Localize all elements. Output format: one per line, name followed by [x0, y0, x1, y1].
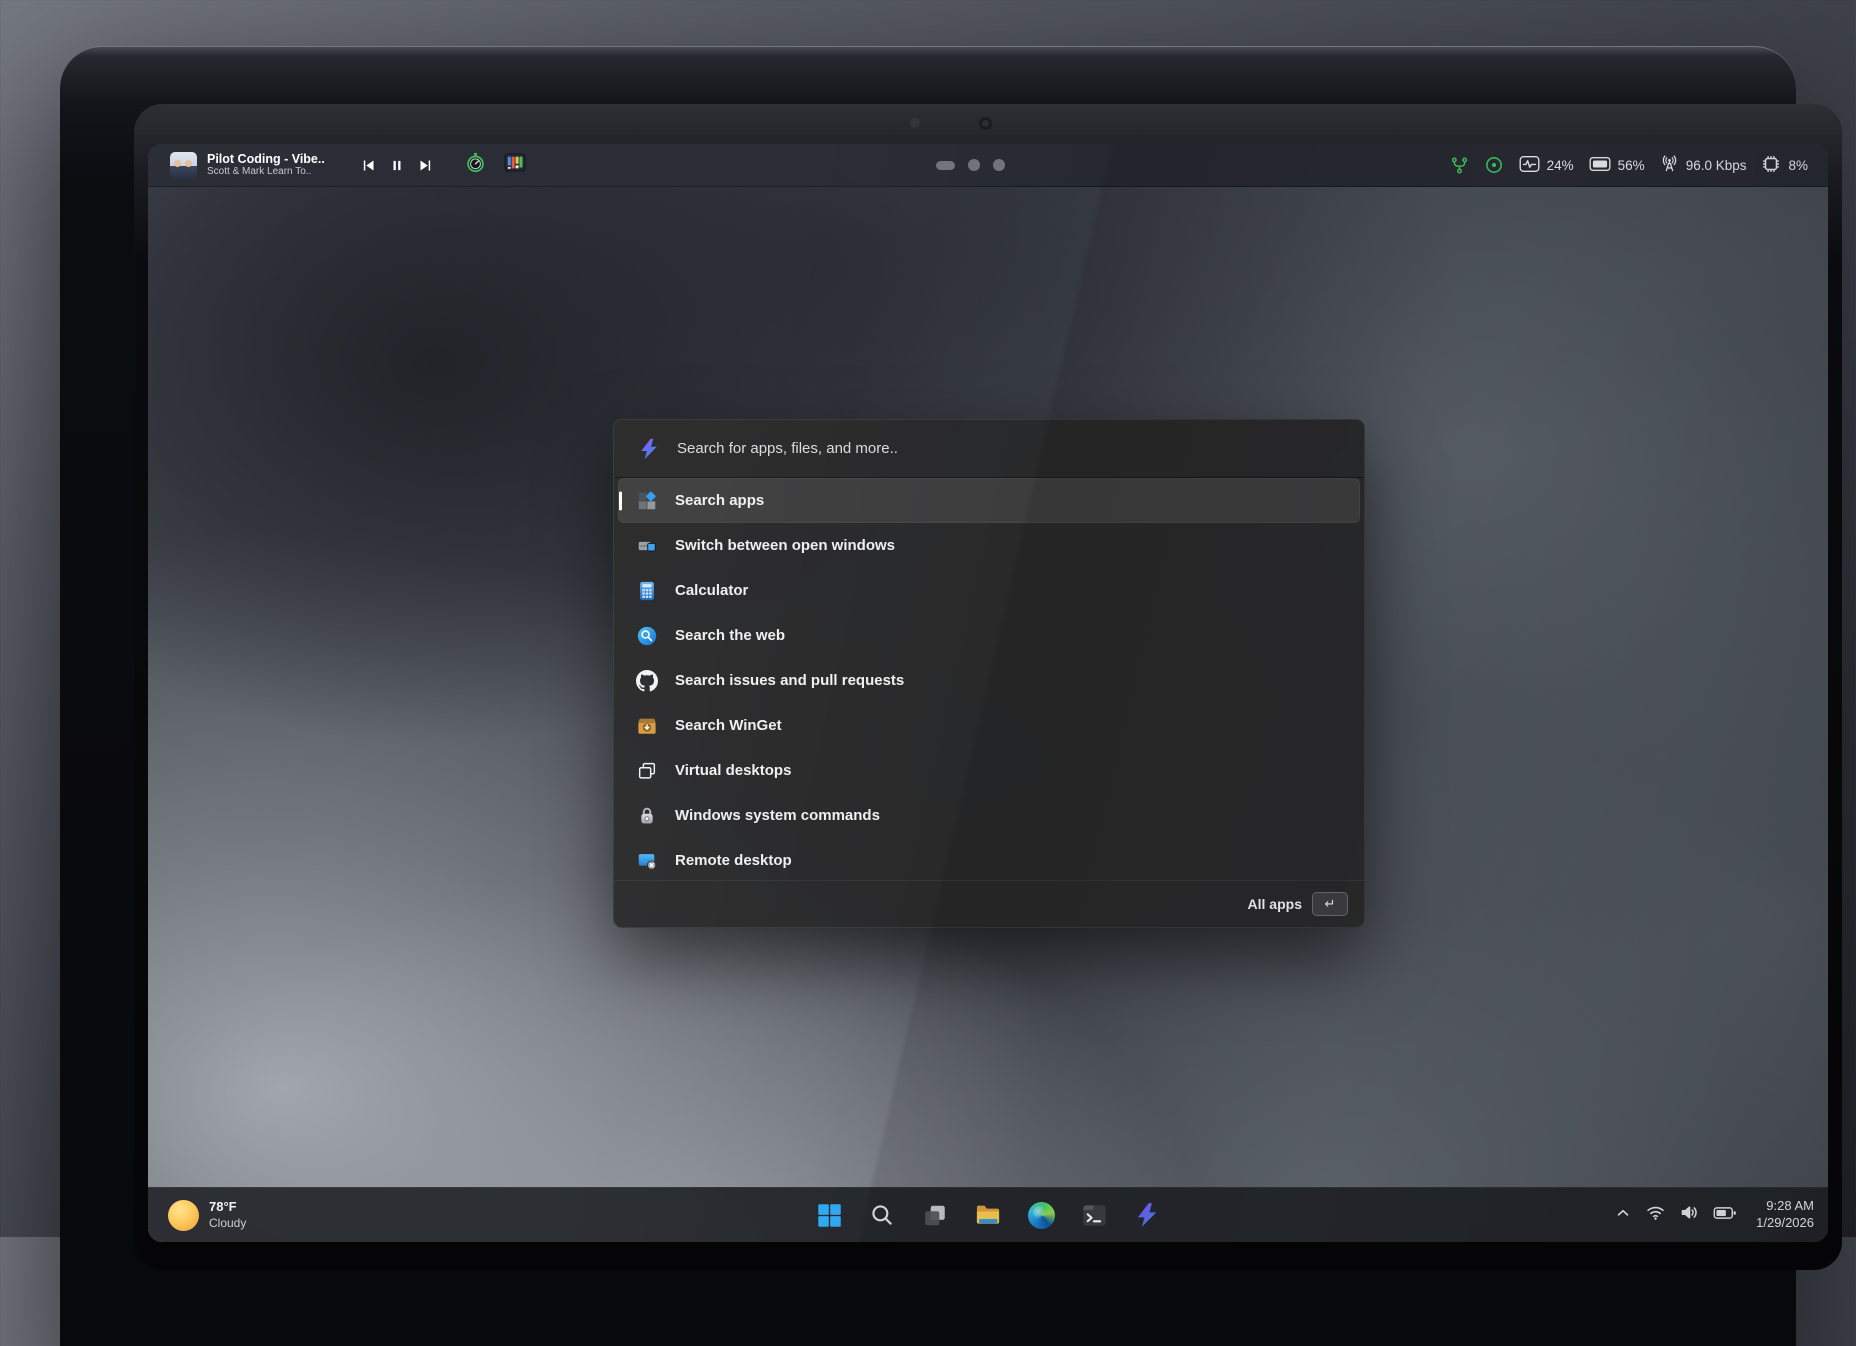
clock-date: 1/29/2026: [1756, 1215, 1814, 1232]
network-antenna-icon: [1660, 154, 1679, 176]
list-item-label: Search issues and pull requests: [675, 672, 904, 689]
list-item-search-web[interactable]: Search the web: [618, 613, 1360, 658]
window-pill-indicator: [936, 161, 955, 170]
network-value: 96.0 Kbps: [1686, 158, 1747, 173]
ambient-sensor: [910, 118, 920, 128]
search-placeholder: Search for apps, files, and more..: [677, 440, 898, 457]
search-icon[interactable]: [864, 1195, 900, 1235]
activity-value: 24%: [1547, 158, 1574, 173]
list-item-github-search[interactable]: Search issues and pull requests: [618, 658, 1360, 703]
clock[interactable]: 9:28 AM 1/29/2026: [1756, 1198, 1814, 1232]
list-item-label: Windows system commands: [675, 807, 880, 824]
github-icon: [636, 670, 658, 692]
remote-desktop-icon: [636, 850, 658, 872]
media-subtitle: Scott & Mark Learn To..: [207, 166, 335, 178]
terminal-icon[interactable]: [1076, 1195, 1112, 1235]
weather-condition: Cloudy: [209, 1216, 246, 1231]
list-item-label: Remote desktop: [675, 852, 792, 869]
memory-icon: [1589, 156, 1611, 175]
media-now-playing[interactable]: Pilot Coding - Vibe.. Scott & Mark Learn…: [148, 152, 526, 179]
list-item-calculator[interactable]: Calculator: [618, 568, 1360, 613]
winget-icon: [636, 715, 658, 737]
pause-icon[interactable]: [390, 158, 404, 173]
git-fork-icon: [1450, 156, 1469, 175]
list-item-winget-search[interactable]: Search WinGet: [618, 703, 1360, 748]
clock-time: 9:28 AM: [1766, 1198, 1814, 1215]
window-dot-indicator: [993, 159, 1005, 171]
list-item-label: Virtual desktops: [675, 762, 791, 779]
laptop-chassis: Pilot Coding - Vibe.. Scott & Mark Learn…: [60, 46, 1796, 1346]
timer-gauge-icon[interactable]: [465, 152, 486, 178]
command-palette-bolt-icon: [638, 438, 660, 460]
webcam: [979, 117, 992, 130]
color-grid-icon[interactable]: [504, 153, 526, 177]
list-item-label: Search the web: [675, 627, 785, 644]
wifi-icon[interactable]: [1645, 1202, 1666, 1228]
virtual-desktops-icon: [636, 760, 658, 782]
list-item-label: Search apps: [675, 492, 764, 509]
command-palette: Search for apps, files, and more.. Searc…: [613, 419, 1365, 928]
taskbar: 78°F Cloudy: [148, 1187, 1828, 1242]
list-item-label: Switch between open windows: [675, 537, 895, 554]
window-dot-indicator: [968, 159, 980, 171]
cpu-chip-icon: [1761, 154, 1781, 177]
list-item-label: Search WinGet: [675, 717, 782, 734]
list-item-label: Calculator: [675, 582, 748, 599]
top-status-bar: Pilot Coding - Vibe.. Scott & Mark Learn…: [148, 144, 1828, 187]
list-item-switch-windows[interactable]: Switch between open windows: [618, 523, 1360, 568]
task-view-icon[interactable]: [917, 1195, 953, 1235]
switch-windows-icon: [636, 535, 658, 557]
list-item-virtual-desktops[interactable]: Virtual desktops: [618, 748, 1360, 793]
powertoys-command-palette-icon[interactable]: [1129, 1195, 1165, 1235]
edge-browser-icon[interactable]: [1023, 1195, 1059, 1235]
sun-icon: [168, 1200, 199, 1231]
memory-value: 56%: [1618, 158, 1645, 173]
list-item-system-commands[interactable]: Windows system commands: [618, 793, 1360, 838]
file-explorer-icon[interactable]: [970, 1195, 1006, 1235]
search-apps-icon: [636, 490, 658, 512]
taskbar-app-icons: [811, 1188, 1165, 1242]
list-item-remote-desktop[interactable]: Remote desktop: [618, 838, 1360, 883]
selection-indicator: [619, 491, 622, 510]
screen: Pilot Coding - Vibe.. Scott & Mark Learn…: [148, 144, 1828, 1242]
weather-temperature: 78°F: [209, 1199, 246, 1215]
record-circle-icon: [1484, 155, 1504, 175]
all-apps-button[interactable]: All apps: [1248, 896, 1302, 912]
previous-track-icon[interactable]: [361, 158, 376, 173]
album-art: [170, 152, 197, 179]
chevron-up-icon[interactable]: [1614, 1204, 1632, 1227]
volume-icon[interactable]: [1679, 1202, 1700, 1228]
system-stats: 24% 56%: [1450, 154, 1828, 177]
enter-key-icon[interactable]: ↵: [1312, 892, 1348, 916]
web-search-icon: [636, 625, 658, 647]
system-commands-icon: [636, 805, 658, 827]
weather-widget[interactable]: 78°F Cloudy: [168, 1188, 246, 1242]
palette-footer: All apps ↵: [614, 880, 1364, 927]
calculator-icon: [636, 580, 658, 602]
start-button[interactable]: [811, 1195, 847, 1235]
window-dots: [936, 144, 1005, 186]
cpu-value: 8%: [1788, 158, 1808, 173]
result-list: Search apps Switch between open windows: [614, 478, 1364, 883]
list-item-search-apps[interactable]: Search apps: [618, 478, 1360, 523]
media-title: Pilot Coding - Vibe..: [207, 152, 335, 166]
activity-icon: [1519, 155, 1540, 176]
system-tray: 9:28 AM 1/29/2026: [1614, 1188, 1814, 1242]
search-input[interactable]: Search for apps, files, and more..: [614, 420, 1364, 478]
battery-icon[interactable]: [1713, 1204, 1737, 1227]
next-track-icon[interactable]: [418, 158, 433, 173]
